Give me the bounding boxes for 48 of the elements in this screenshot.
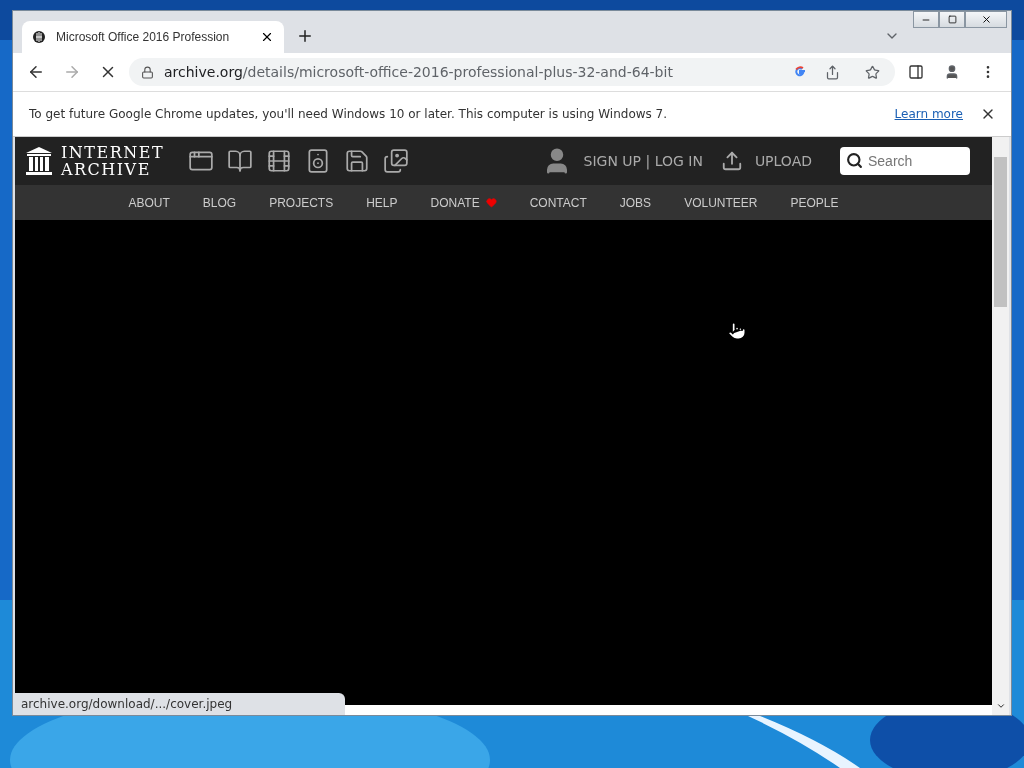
close-button[interactable] — [965, 11, 1007, 28]
learn-more-link[interactable]: Learn more — [894, 107, 963, 121]
address-bar[interactable]: archive.org/details/microsoft-office-2016-professional-plus-32-and-64-bit — [129, 58, 895, 86]
nav-link[interactable]: PROJECTS — [269, 195, 334, 210]
google-icon[interactable] — [793, 65, 807, 79]
side-panel-icon — [908, 64, 924, 80]
sign-up-login-link[interactable]: SIGN UP | LOG IN — [583, 153, 703, 169]
person-icon — [944, 64, 960, 80]
nav-link[interactable]: HELP — [366, 195, 398, 210]
lock-icon — [141, 65, 154, 79]
star-icon — [864, 64, 880, 80]
horizontal-scrollbar[interactable] — [345, 705, 992, 715]
nav-link[interactable]: PEOPLE — [790, 195, 839, 210]
heart-icon — [485, 197, 497, 208]
minimize-button[interactable] — [913, 11, 939, 28]
nav-link[interactable]: DONATE — [430, 195, 497, 210]
scroll-down-icon[interactable] — [995, 701, 1006, 711]
search-icon — [846, 152, 863, 169]
nav-link[interactable]: CONTACT — [529, 195, 587, 210]
book-icon[interactable] — [227, 148, 254, 174]
scrollbar[interactable] — [992, 137, 1009, 715]
browser-tab[interactable]: Microsoft Office 2016 Profession — [22, 21, 284, 53]
photos-icon[interactable] — [383, 148, 410, 174]
nav-link[interactable]: VOLUNTEER — [684, 195, 758, 210]
status-bubble: archive.org/download/.../cover.jpeg — [15, 693, 345, 715]
search-field[interactable]: Search — [840, 147, 970, 175]
maximize-icon — [947, 15, 957, 24]
film-icon[interactable] — [266, 148, 293, 174]
maximize-button[interactable] — [939, 11, 965, 28]
infobar-message: To get future Google Chrome updates, you'll need Windows 10 or later. This computer is using Windows 7. — [29, 107, 669, 121]
forward-arrow-icon — [63, 63, 81, 81]
nav-link[interactable]: BLOG — [202, 195, 237, 210]
close-icon — [980, 14, 992, 25]
nav-link[interactable]: ABOUT — [128, 195, 170, 210]
tab-title: Microsoft Office 2016 Profession — [56, 30, 231, 44]
temple-icon — [25, 146, 53, 176]
close-icon[interactable] — [260, 30, 274, 44]
url-text: archive.org/details/microsoft-office-2016-professional-plus-32-and-64-bit — [164, 64, 674, 80]
nav-link[interactable]: JOBS — [619, 195, 652, 210]
site-logo[interactable]: INTERNET ARCHIVE — [61, 144, 165, 178]
upload-link[interactable]: UPLOAD — [754, 153, 812, 169]
share-icon — [824, 64, 840, 80]
browser-window-icon[interactable] — [188, 148, 215, 174]
hand-cursor-icon — [727, 321, 747, 341]
upload-icon[interactable] — [720, 150, 743, 172]
plus-icon — [296, 27, 314, 45]
globe-icon — [32, 30, 46, 44]
scrollbar-thumb[interactable] — [994, 157, 1007, 307]
